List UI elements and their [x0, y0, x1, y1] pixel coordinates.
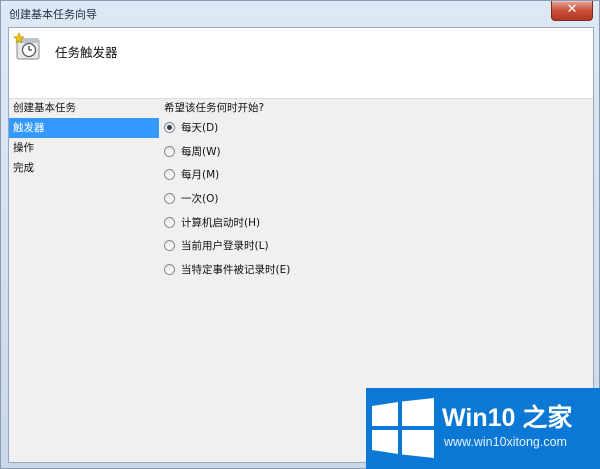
radio-button-daily[interactable] — [164, 122, 175, 134]
trigger-radio-group: 每天(D) 每周(W) 每月(M) 一次(O) 计算机启动时(H) 当前用户登录… — [164, 116, 584, 281]
radio-button-event-logged[interactable] — [164, 263, 175, 275]
sidebar-item-trigger[interactable]: 触发器 — [9, 118, 159, 138]
radio-option-event-logged[interactable]: 当特定事件被记录时(E) — [164, 258, 584, 282]
wizard-header: 任务触发器 — [9, 28, 593, 99]
trigger-question: 希望该任务何时开始? — [164, 102, 265, 114]
radio-label: 计算机启动时(H) — [181, 216, 261, 229]
radio-option-once[interactable]: 一次(O) — [164, 187, 584, 211]
radio-label: 每月(M) — [181, 169, 220, 182]
radio-option-computer-startup[interactable]: 计算机启动时(H) — [164, 210, 584, 234]
trigger-options-panel: 希望该任务何时开始? 每天(D) 每周(W) 每月(M) 一次(O) 计算机启动… — [164, 100, 584, 281]
radio-button-computer-startup[interactable] — [164, 216, 175, 228]
radio-option-weekly[interactable]: 每周(W) — [164, 140, 584, 164]
radio-label: 一次(O) — [181, 193, 219, 206]
sidebar-item-create-basic-task[interactable]: 创建基本任务 — [9, 98, 159, 118]
title-bar[interactable]: 创建基本任务向导 ✕ — [1, 1, 599, 27]
radio-label: 当特定事件被记录时(E) — [181, 263, 291, 276]
radio-button-weekly[interactable] — [164, 145, 175, 157]
win10-watermark: Win10 之家 www.win10xitong.com — [366, 388, 600, 469]
radio-label: 每天(D) — [181, 122, 219, 135]
radio-option-user-logon[interactable]: 当前用户登录时(L) — [164, 234, 584, 258]
sidebar-item-label: 触发器 — [13, 122, 45, 134]
sidebar-item-label: 操作 — [13, 142, 34, 154]
radio-button-once[interactable] — [164, 193, 175, 205]
radio-option-monthly[interactable]: 每月(M) — [164, 163, 584, 187]
sidebar-item-finish[interactable]: 完成 — [9, 158, 159, 178]
sidebar-item-action[interactable]: 操作 — [9, 138, 159, 158]
radio-label: 每周(W) — [181, 145, 221, 158]
wizard-steps-sidebar: 创建基本任务 触发器 操作 完成 — [9, 98, 159, 178]
task-scheduler-clock-icon — [13, 32, 40, 60]
windows-logo-icon — [372, 398, 434, 458]
window-title: 创建基本任务向导 — [9, 8, 97, 21]
sidebar-item-label: 完成 — [13, 162, 34, 174]
radio-label: 当前用户登录时(L) — [181, 240, 269, 253]
watermark-url: www.win10xitong.com — [444, 435, 567, 449]
sidebar-item-label: 创建基本任务 — [13, 102, 76, 114]
watermark-title: Win10 之家 — [442, 404, 573, 432]
close-icon: ✕ — [566, 2, 578, 17]
radio-button-user-logon[interactable] — [164, 240, 175, 252]
radio-button-monthly[interactable] — [164, 169, 175, 181]
radio-option-daily[interactable]: 每天(D) — [164, 116, 584, 140]
page-title: 任务触发器 — [55, 45, 118, 60]
close-button[interactable]: ✕ — [551, 1, 593, 21]
